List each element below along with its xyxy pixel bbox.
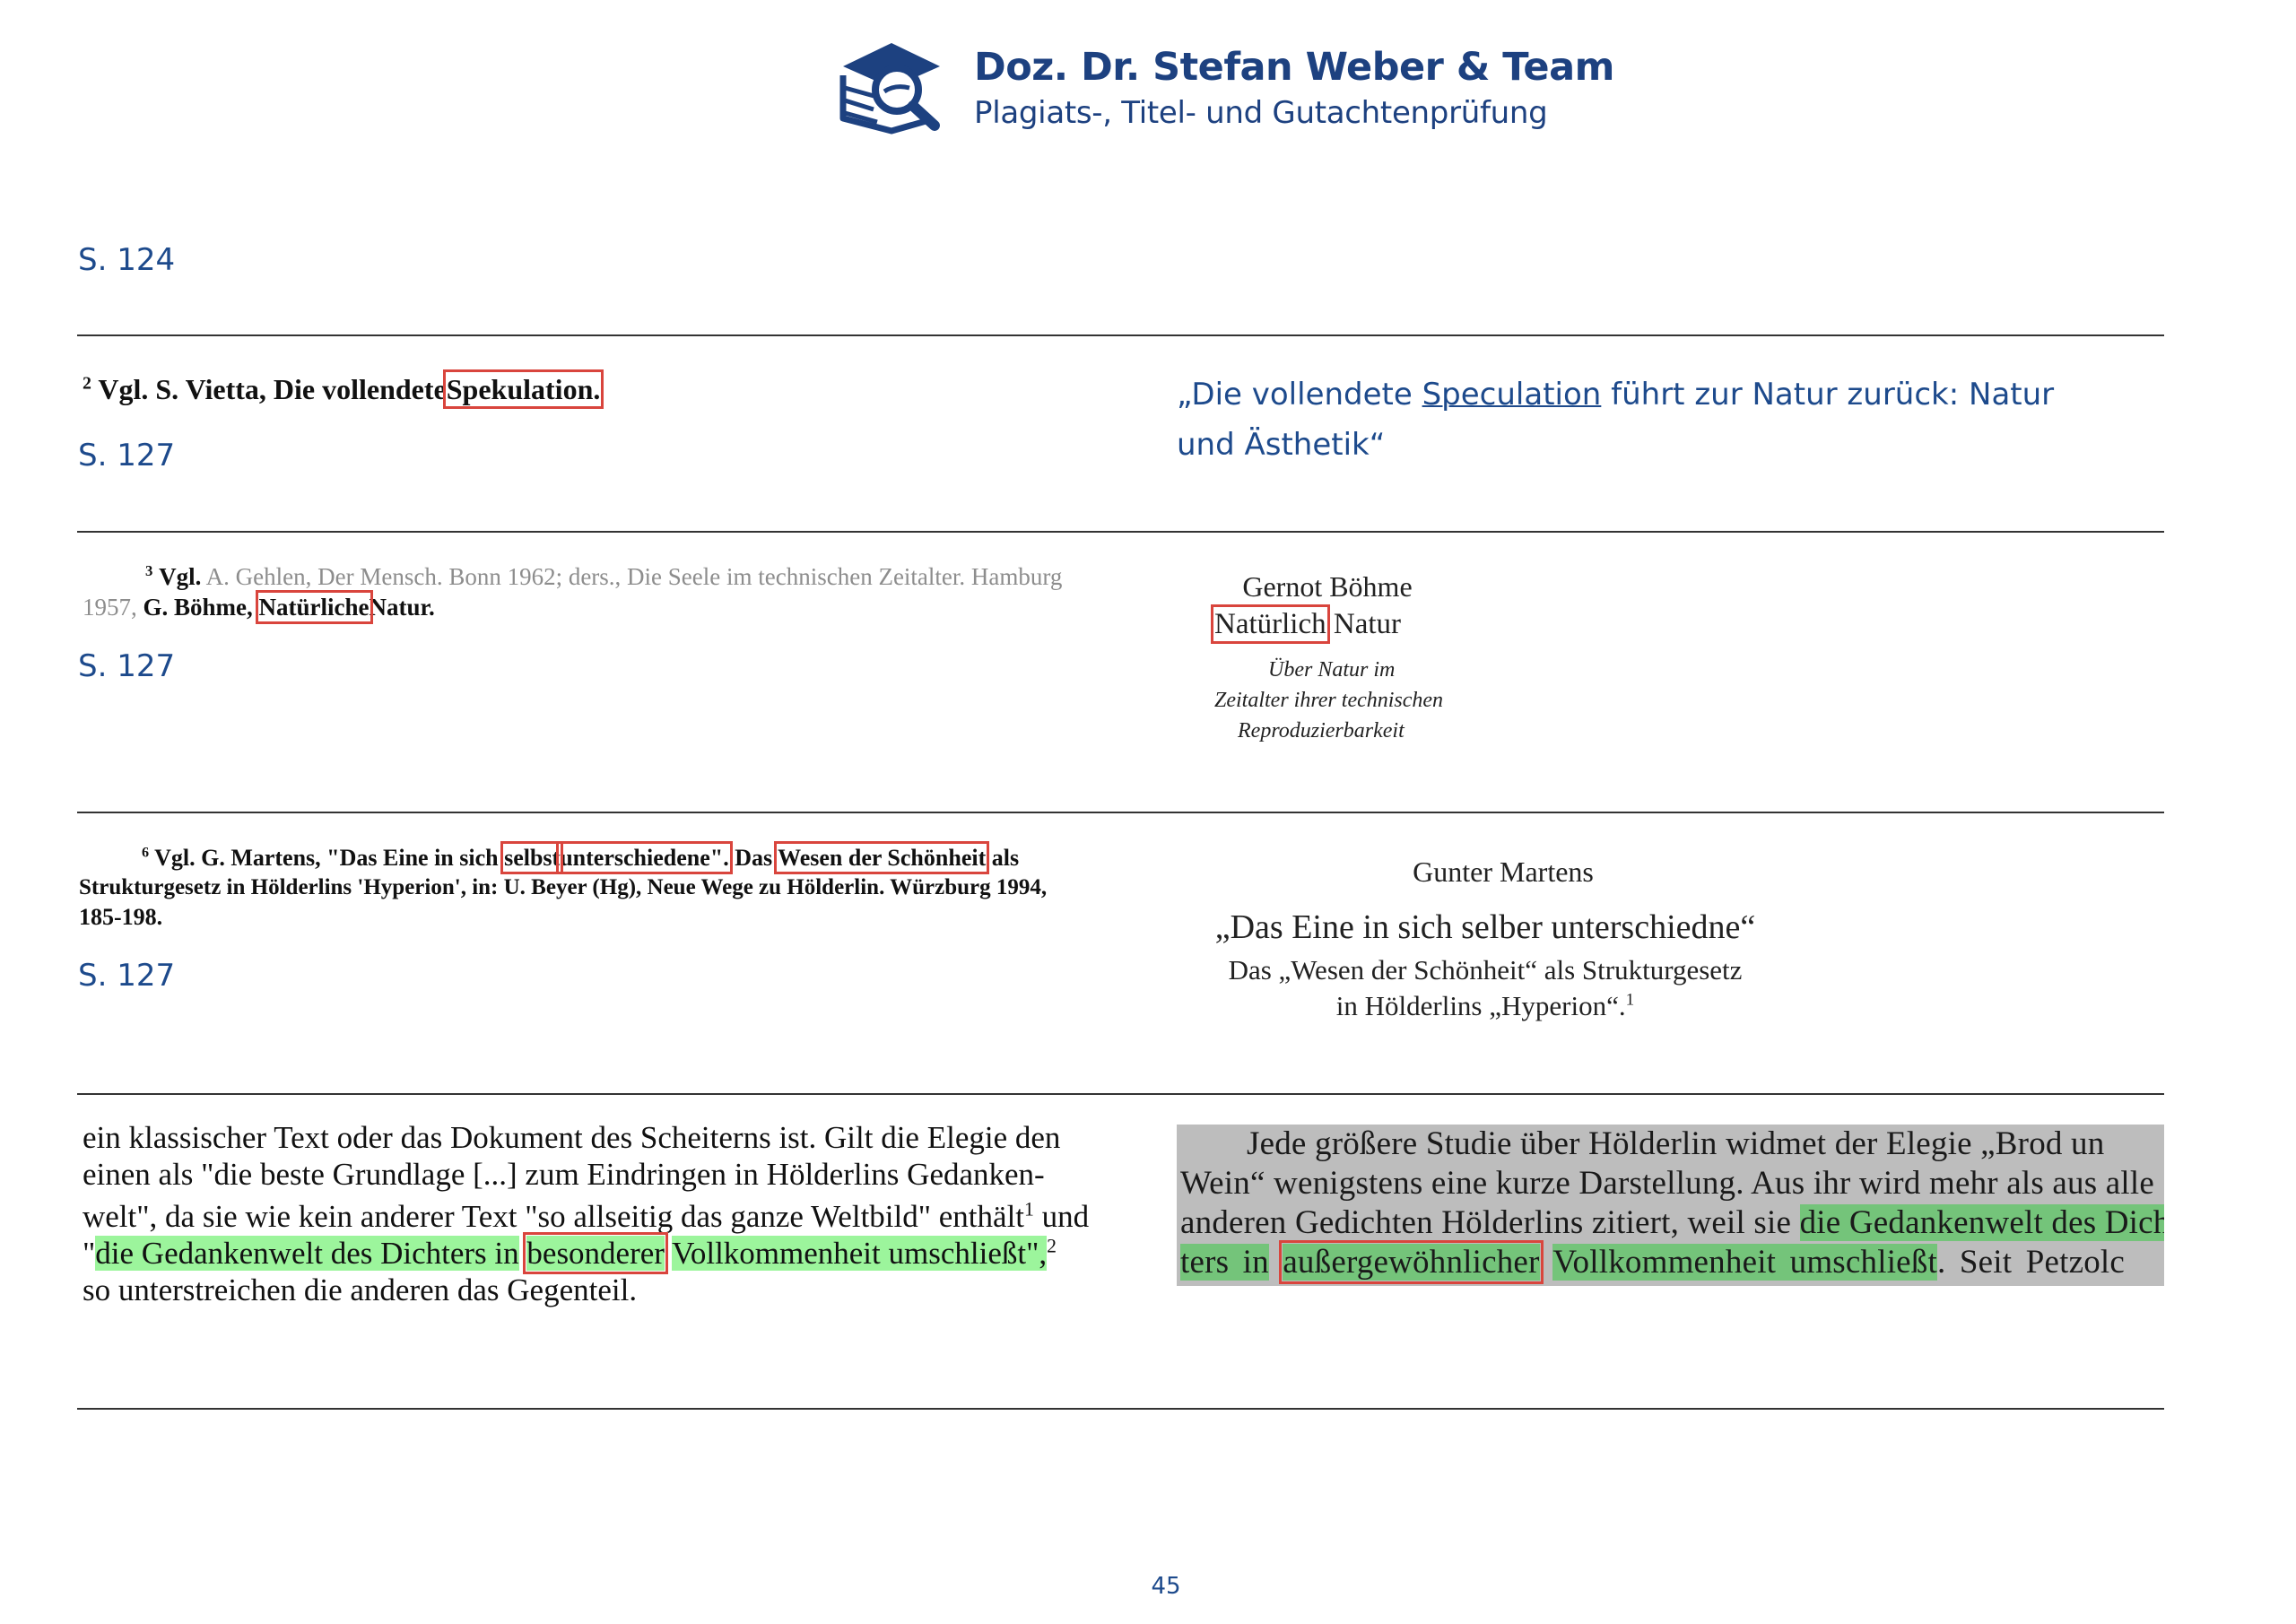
highlighted-text: die Gedankenwelt des Dich <box>1799 1204 2164 1241</box>
footnote-3-scan: 3 Vgl. A. Gehlen, Der Mensch. Bonn 1962;… <box>83 562 1063 624</box>
marked-word: außergewöhnlicher <box>1279 1240 1544 1284</box>
page-label: S. 127 <box>78 648 176 684</box>
page-label: S. 127 <box>78 438 176 473</box>
highlighted-text: Vollkommenheit umschließt <box>1552 1244 1937 1281</box>
marked-word: Natürlich <box>1211 604 1330 644</box>
source-text-scan: Jede größere Studie über Hölderlin widme… <box>1177 1125 2164 1286</box>
marked-word: Wesen der Schönheit <box>774 841 990 874</box>
marked-word: Spekulation. <box>442 369 604 409</box>
divider <box>77 531 2164 533</box>
divider <box>77 812 2164 813</box>
footnote-6-scan: 6 Vgl. G. Martens, "Das Eine in sich sel… <box>79 841 1048 930</box>
marked-word: unterschiedene". <box>556 841 733 874</box>
highlighted-text: Vollkommenheit umschließt <box>672 1236 1027 1271</box>
underlined-word: Speculation <box>1422 377 1602 413</box>
source-quote: „Die vollendete Speculation führt zur Na… <box>1177 377 2055 463</box>
brand-tagline: Plagiats-, Titel- und Gutachtenprüfung <box>974 95 1548 131</box>
book-cover-scan: Gernot Böhme Natürlich Natur Über Natur … <box>1211 570 1444 743</box>
page-label: S. 127 <box>78 958 176 994</box>
divider <box>77 1408 2164 1410</box>
page-number: 45 <box>1151 1573 1181 1600</box>
book-magnifier-logo-icon <box>839 43 940 135</box>
footnote-text: Vgl. S. Vietta, Die vollendete <box>98 373 447 405</box>
marked-word: besonderer <box>523 1232 668 1274</box>
marked-word: selbst <box>500 841 564 874</box>
page-label: S. 124 <box>78 242 176 278</box>
marked-word: Natürliche <box>255 590 373 624</box>
divider <box>77 1093 2164 1095</box>
divider <box>77 334 2164 336</box>
footnote-2-scan: 2 Vgl. S. Vietta, Die vollendeteSpekulat… <box>83 369 604 409</box>
footnote-marker: 2 <box>83 373 91 394</box>
brand-name: Doz. Dr. Stefan Weber & Team <box>974 45 1614 90</box>
book-chapter-scan: Gunter Martens „Das Eine in sich selber … <box>1214 855 1756 1021</box>
dissertation-text-scan: ein klassischer Text oder das Dokument d… <box>83 1120 1090 1307</box>
highlighted-text: die Gedankenwelt des Dichters in <box>95 1236 519 1271</box>
